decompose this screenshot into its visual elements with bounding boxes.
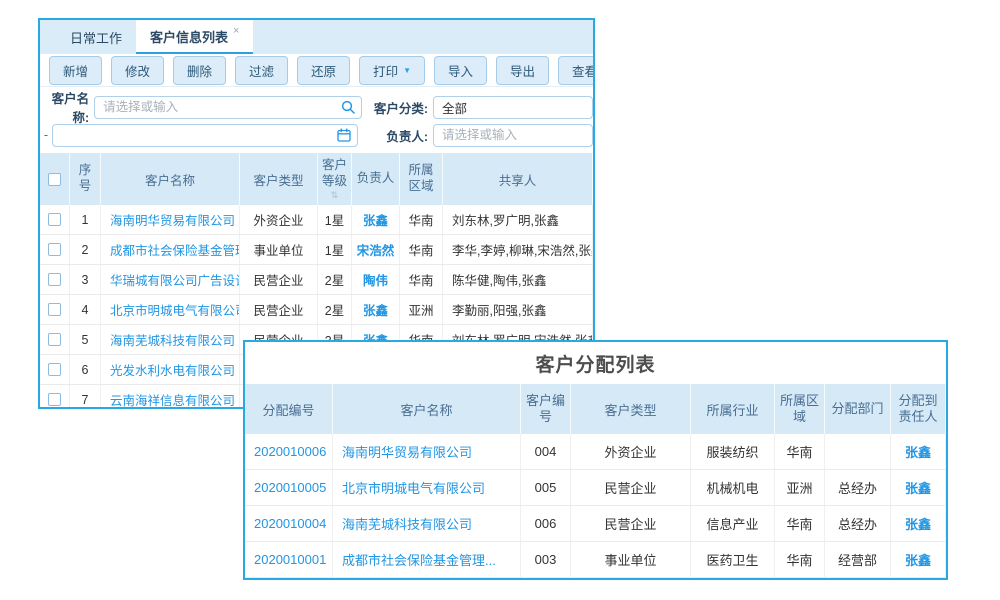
tab-daily-work[interactable]: 日常工作 <box>56 20 136 54</box>
toolbar: 新增 修改 删除 过滤 还原 打印 ▼ 导入 导出 查看日志 <box>40 54 593 87</box>
row-checkbox[interactable] <box>48 333 61 346</box>
col-customer-no[interactable]: 客户编号 <box>521 384 571 434</box>
date-input[interactable] <box>52 124 358 147</box>
customer-name-link[interactable]: 光发水利水电有限公司 <box>101 355 240 384</box>
add-button[interactable]: 新增 <box>49 56 102 85</box>
col-industry[interactable]: 所属行业 <box>691 384 775 434</box>
date-range-dash: - <box>40 128 52 142</box>
table-row[interactable]: 3 华瑞城有限公司广告设计部 民营企业 2星 陶伟 华南 陈华健,陶伟,张鑫 <box>40 265 593 295</box>
table-row[interactable]: 2020010006 海南明华贸易有限公司 004 外资企业 服装纺织 华南 张… <box>245 434 946 470</box>
filter-button[interactable]: 过滤 <box>235 56 288 85</box>
owner-label: 负责人: <box>358 126 428 145</box>
customer-name-link[interactable]: 成都市社会保险基金管理... <box>101 235 240 264</box>
owner-link[interactable]: 张鑫 <box>352 205 400 234</box>
print-button-label: 打印 <box>373 61 398 80</box>
col-region[interactable]: 所属区域 <box>775 384 825 434</box>
customer-name-link[interactable]: 海南芜城科技有限公司 <box>333 506 521 541</box>
col-dept[interactable]: 分配部门 <box>825 384 891 434</box>
customer-category-select[interactable] <box>433 96 593 119</box>
customer-category-label: 客户分类: <box>362 98 428 117</box>
restore-button[interactable]: 还原 <box>297 56 350 85</box>
assignee-link[interactable]: 张鑫 <box>891 506 946 541</box>
owner-link[interactable]: 张鑫 <box>352 295 400 324</box>
owner-input[interactable] <box>433 124 593 147</box>
table-row[interactable]: 4 北京市明城电气有限公司 民营企业 2星 张鑫 亚洲 李勤丽,阳强,张鑫 <box>40 295 593 325</box>
table-row[interactable]: 2 成都市社会保险基金管理... 事业单位 1星 宋浩然 华南 李华,李婷,柳琳… <box>40 235 593 265</box>
row-checkbox[interactable] <box>48 243 61 256</box>
customer-name-label: 客户名称: <box>40 88 89 126</box>
customer-table-header: 序号 客户名称 客户类型 客户等级 ⇅ 负责人 所属区域 共享人 <box>40 153 593 205</box>
col-customer-type[interactable]: 客户类型 <box>240 153 318 205</box>
tab-customer-info-list[interactable]: 客户信息列表 × <box>136 20 253 54</box>
print-button[interactable]: 打印 ▼ <box>359 56 425 85</box>
customer-name-link[interactable]: 海南芜城科技有限公司 <box>101 325 240 354</box>
table-row[interactable]: 2020010005 北京市明城电气有限公司 005 民营企业 机械机电 亚洲 … <box>245 470 946 506</box>
table-row[interactable]: 2020010001 成都市社会保险基金管理... 003 事业单位 医药卫生 … <box>245 542 946 578</box>
row-checkbox[interactable] <box>48 213 61 226</box>
col-customer-name[interactable]: 客户名称 <box>101 153 240 205</box>
view-log-button[interactable]: 查看日志 <box>558 56 595 85</box>
customer-name-link[interactable]: 云南海祥信息有限公司 <box>101 385 240 409</box>
customer-name-link[interactable]: 北京市明城电气有限公司 <box>333 470 521 505</box>
alloc-no-link[interactable]: 2020010005 <box>245 470 333 505</box>
allocation-panel-title: 客户分配列表 <box>245 342 946 384</box>
col-seq[interactable]: 序号 <box>70 153 101 205</box>
import-button[interactable]: 导入 <box>434 56 487 85</box>
row-checkbox[interactable] <box>48 363 61 376</box>
allocation-table-header: 分配编号 客户名称 客户编号 客户类型 所属行业 所属区域 分配部门 分配到责任… <box>245 384 946 434</box>
row-checkbox[interactable] <box>48 303 61 316</box>
delete-button[interactable]: 删除 <box>173 56 226 85</box>
alloc-no-link[interactable]: 2020010004 <box>245 506 333 541</box>
col-customer-type[interactable]: 客户类型 <box>571 384 691 434</box>
filter-area: 客户名称: 客户分类: - <box>40 87 593 153</box>
tab-bar: 日常工作 客户信息列表 × <box>40 20 593 54</box>
tab-label: 客户信息列表 <box>150 27 228 46</box>
owner-link[interactable]: 陶伟 <box>352 265 400 294</box>
calendar-icon[interactable] <box>337 128 351 142</box>
select-all-checkbox-cell <box>40 153 70 205</box>
customer-name-link[interactable]: 成都市社会保险基金管理... <box>333 542 521 577</box>
table-row[interactable]: 1 海南明华贸易有限公司 外资企业 1星 张鑫 华南 刘东林,罗广明,张鑫 <box>40 205 593 235</box>
search-icon[interactable] <box>341 100 355 114</box>
sort-icon[interactable]: ⇅ <box>331 191 339 200</box>
export-button[interactable]: 导出 <box>496 56 549 85</box>
customer-name-input[interactable] <box>94 96 362 119</box>
assignee-link[interactable]: 张鑫 <box>891 470 946 505</box>
assignee-link[interactable]: 张鑫 <box>891 434 946 469</box>
customer-name-link[interactable]: 华瑞城有限公司广告设计部 <box>101 265 240 294</box>
col-customer-level[interactable]: 客户等级 ⇅ <box>318 153 352 205</box>
customer-name-link[interactable]: 海南明华贸易有限公司 <box>333 434 521 469</box>
select-all-checkbox[interactable] <box>48 173 61 186</box>
customer-name-link[interactable]: 海南明华贸易有限公司 <box>101 205 240 234</box>
assignee-link[interactable]: 张鑫 <box>891 542 946 577</box>
col-alloc-no[interactable]: 分配编号 <box>245 384 333 434</box>
col-customer-name[interactable]: 客户名称 <box>333 384 521 434</box>
page: 日常工作 客户信息列表 × 新增 修改 删除 过滤 还原 打印 ▼ 导入 导出 … <box>0 0 1000 600</box>
close-icon[interactable]: × <box>233 25 239 37</box>
edit-button[interactable]: 修改 <box>111 56 164 85</box>
owner-link[interactable]: 宋浩然 <box>352 235 400 264</box>
alloc-no-link[interactable]: 2020010006 <box>245 434 333 469</box>
alloc-no-link[interactable]: 2020010001 <box>245 542 333 577</box>
col-region[interactable]: 所属区域 <box>400 153 443 205</box>
col-assignee[interactable]: 分配到责任人 <box>891 384 946 434</box>
customer-name-link[interactable]: 北京市明城电气有限公司 <box>101 295 240 324</box>
col-shared[interactable]: 共享人 <box>443 153 593 205</box>
caret-down-icon: ▼ <box>403 66 411 75</box>
col-owner[interactable]: 负责人 <box>352 153 400 205</box>
row-checkbox[interactable] <box>48 273 61 286</box>
row-checkbox[interactable] <box>48 393 61 406</box>
customer-allocation-panel: 客户分配列表 分配编号 客户名称 客户编号 客户类型 所属行业 所属区域 分配部… <box>243 340 948 580</box>
table-row[interactable]: 2020010004 海南芜城科技有限公司 006 民营企业 信息产业 华南 总… <box>245 506 946 542</box>
